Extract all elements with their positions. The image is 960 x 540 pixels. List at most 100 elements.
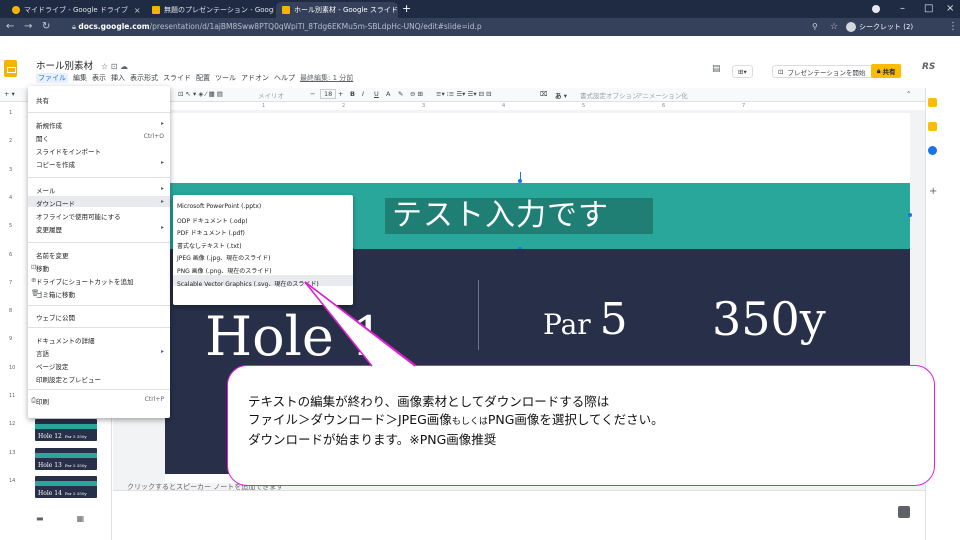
file-menu-item[interactable]: ウェブに公開	[36, 312, 164, 322]
tab-drive[interactable]: マイドライブ - Google ドライブ ×	[6, 2, 144, 18]
bookmark-star-icon[interactable]: ☆	[830, 20, 838, 34]
download-format-item[interactable]: Scalable Vector Graphics (.svg、現在のスライド)	[177, 279, 319, 288]
par-text[interactable]: Par 5	[543, 294, 628, 345]
file-menu-item[interactable]: ドキュメントの詳細	[36, 335, 164, 345]
minimize-button[interactable]: –	[900, 2, 905, 16]
hole-number-text[interactable]: Hole 1	[205, 305, 385, 368]
italic-button[interactable]: I	[362, 90, 364, 98]
zoom-icon[interactable]: ⚲	[812, 20, 818, 34]
file-menu-item[interactable]: 印刷設定とプレビュー	[36, 374, 164, 384]
comments-icon[interactable]: ▤	[712, 64, 721, 74]
menu-insert[interactable]: 挿入	[111, 73, 125, 83]
file-menu-item[interactable]: スライドをインポート	[36, 146, 164, 156]
present-button[interactable]: ⊡ プレゼンテーションを開始 ▾	[772, 65, 881, 78]
download-format-item[interactable]: PDF ドキュメント (.pdf)	[177, 228, 245, 237]
text-color-button[interactable]: A	[386, 90, 390, 98]
thumbnail-par: Par 5 350y	[64, 490, 87, 496]
file-menu-item[interactable]: メール ▸	[36, 185, 164, 195]
explore-icon[interactable]	[898, 506, 910, 518]
menu-help[interactable]: ヘルプ	[274, 73, 295, 83]
document-title[interactable]: ホール別素材 ☆ ⊡ ☁	[36, 58, 128, 72]
file-menu-item[interactable]: ゴミ箱に移動	[36, 289, 164, 299]
menu-slide[interactable]: スライド	[163, 73, 191, 83]
font-size-input[interactable]: 18	[320, 89, 337, 99]
menu-arrange[interactable]: 配置	[196, 73, 210, 83]
menu-edit[interactable]: 編集	[73, 73, 87, 83]
menu-view[interactable]: 表示	[92, 73, 106, 83]
slides-logo-icon[interactable]	[4, 60, 17, 77]
menu-format[interactable]: 表示形式	[130, 73, 158, 83]
reload-icon[interactable]: ↻	[42, 20, 50, 34]
animate-button[interactable]: アニメーション化	[636, 90, 688, 100]
file-menu-item[interactable]: 移動	[36, 263, 164, 273]
present-mode-icon[interactable]: ⊞▾	[732, 65, 753, 78]
yardage-text[interactable]: 350y	[712, 292, 826, 346]
file-menu-item[interactable]: 名前を変更	[36, 250, 164, 260]
rotate-handle[interactable]	[520, 172, 521, 180]
file-menu-item[interactable]: 言語 ▸	[36, 348, 164, 358]
document-title-text[interactable]: ホール別素材	[36, 61, 93, 72]
font-family-select[interactable]: メイリオ	[258, 90, 284, 100]
collapse-toolbar-icon[interactable]: ⌃	[906, 90, 911, 98]
bold-button[interactable]: B	[350, 90, 355, 98]
slide-title-text[interactable]: テスト入力です	[392, 190, 609, 234]
file-menu-item[interactable]: ダウンロード ▸	[36, 198, 164, 208]
file-menu-item[interactable]: 新規作成 ▸	[36, 120, 164, 130]
close-window-button[interactable]: ×	[946, 2, 954, 16]
select-tools-icons[interactable]: ⊡ ↖ ▾ ◈ ⁄ ▦ ▤	[178, 90, 223, 98]
link-icon[interactable]: ⊖ ⊞	[410, 90, 423, 98]
file-menu-item[interactable]: オフラインで使用可能にする	[36, 211, 164, 221]
tab-hole-materials[interactable]: ホール別素材 - Google スライド ×	[276, 2, 398, 18]
back-arrow-icon[interactable]: ←	[6, 20, 14, 34]
slide-number: 13	[9, 449, 16, 456]
highlight-icon[interactable]: ✎	[398, 90, 403, 98]
download-format-item[interactable]: JPEG 画像 (.jpg、現在のスライド)	[177, 253, 271, 262]
font-size-increase[interactable]: +	[338, 90, 343, 98]
star-move-cloud-icons[interactable]: ☆ ⊡ ☁	[101, 62, 128, 71]
align-icon[interactable]: ≡▾ ⁝≡ ☰▾ ☰▾ ⊟ ⊟	[436, 90, 492, 98]
menu-file[interactable]: ファイル	[36, 73, 68, 83]
format-options-button[interactable]: 書式設定オプション	[580, 90, 639, 100]
file-menu-item[interactable]: 共有	[36, 95, 164, 105]
menu-tools[interactable]: ツール	[215, 73, 236, 83]
download-format-item[interactable]: Microsoft PowerPoint (.pptx)	[177, 203, 261, 210]
menu-item-label: 印刷	[36, 398, 49, 406]
calendar-icon[interactable]	[928, 98, 937, 107]
selection-handle[interactable]	[908, 213, 912, 217]
maximize-button[interactable]: □	[924, 2, 933, 16]
file-menu-item[interactable]: コピーを作成 ▸	[36, 159, 164, 169]
slide-thumbnail[interactable]: Hole 13 Par 5 350y	[35, 447, 97, 470]
keep-icon[interactable]	[928, 122, 937, 131]
speaker-notes-area[interactable]	[113, 490, 925, 540]
font-size-decrease[interactable]: −	[310, 90, 315, 98]
close-tab-icon[interactable]: ×	[128, 6, 141, 15]
underline-button[interactable]: U	[374, 90, 379, 98]
last-edit-link[interactable]: 最終編集: 1 分前	[300, 73, 353, 83]
slide-thumbnail[interactable]: Hole 12 Par 5 350y	[35, 419, 97, 442]
account-avatar[interactable]: RS	[922, 62, 935, 72]
incognito-profile[interactable]: シークレット (2)	[846, 21, 913, 33]
menu-addons[interactable]: アドオン	[241, 73, 269, 83]
file-menu-item[interactable]: ページ設定	[36, 361, 164, 371]
download-format-item[interactable]: PNG 画像 (.png、現在のスライド)	[177, 266, 272, 275]
new-slide-button[interactable]: + ▾	[4, 90, 15, 98]
share-button[interactable]: 🔒︎ 共有	[871, 64, 902, 78]
file-menu-item[interactable]: ドライブにショートカットを追加	[36, 276, 164, 286]
download-format-item[interactable]: ODP ドキュメント (.odp)	[177, 216, 248, 225]
add-addon-icon[interactable]: +	[929, 186, 937, 197]
slide-thumbnail[interactable]: Hole 14 Par 5 350y	[35, 475, 97, 498]
forward-arrow-icon[interactable]: →	[24, 20, 32, 34]
url-host: docs.google.com	[78, 22, 150, 31]
tasks-icon[interactable]	[928, 146, 937, 155]
view-toggle-icons[interactable]: ▬ ▦	[36, 514, 84, 523]
input-tools-icon[interactable]: あ ▾	[555, 90, 567, 100]
url-field[interactable]: 🔒︎ docs.google.com/presentation/d/1ajBM8…	[60, 20, 900, 34]
browser-menu-icon[interactable]: ⋮	[948, 20, 958, 34]
file-menu-item[interactable]: 変更履歴 ▸	[36, 224, 164, 234]
file-menu-item[interactable]: 開く Ctrl+O	[36, 133, 164, 143]
tab-untitled-presentation[interactable]: 無題のプレゼンテーション - Google ス ×	[146, 2, 274, 18]
download-format-item[interactable]: 書式なしテキスト (.txt)	[177, 241, 242, 250]
file-menu-item[interactable]: 印刷 Ctrl+P	[36, 396, 164, 406]
clear-format-icon[interactable]: ⌧	[540, 90, 548, 98]
new-tab-button[interactable]: +	[402, 3, 411, 15]
